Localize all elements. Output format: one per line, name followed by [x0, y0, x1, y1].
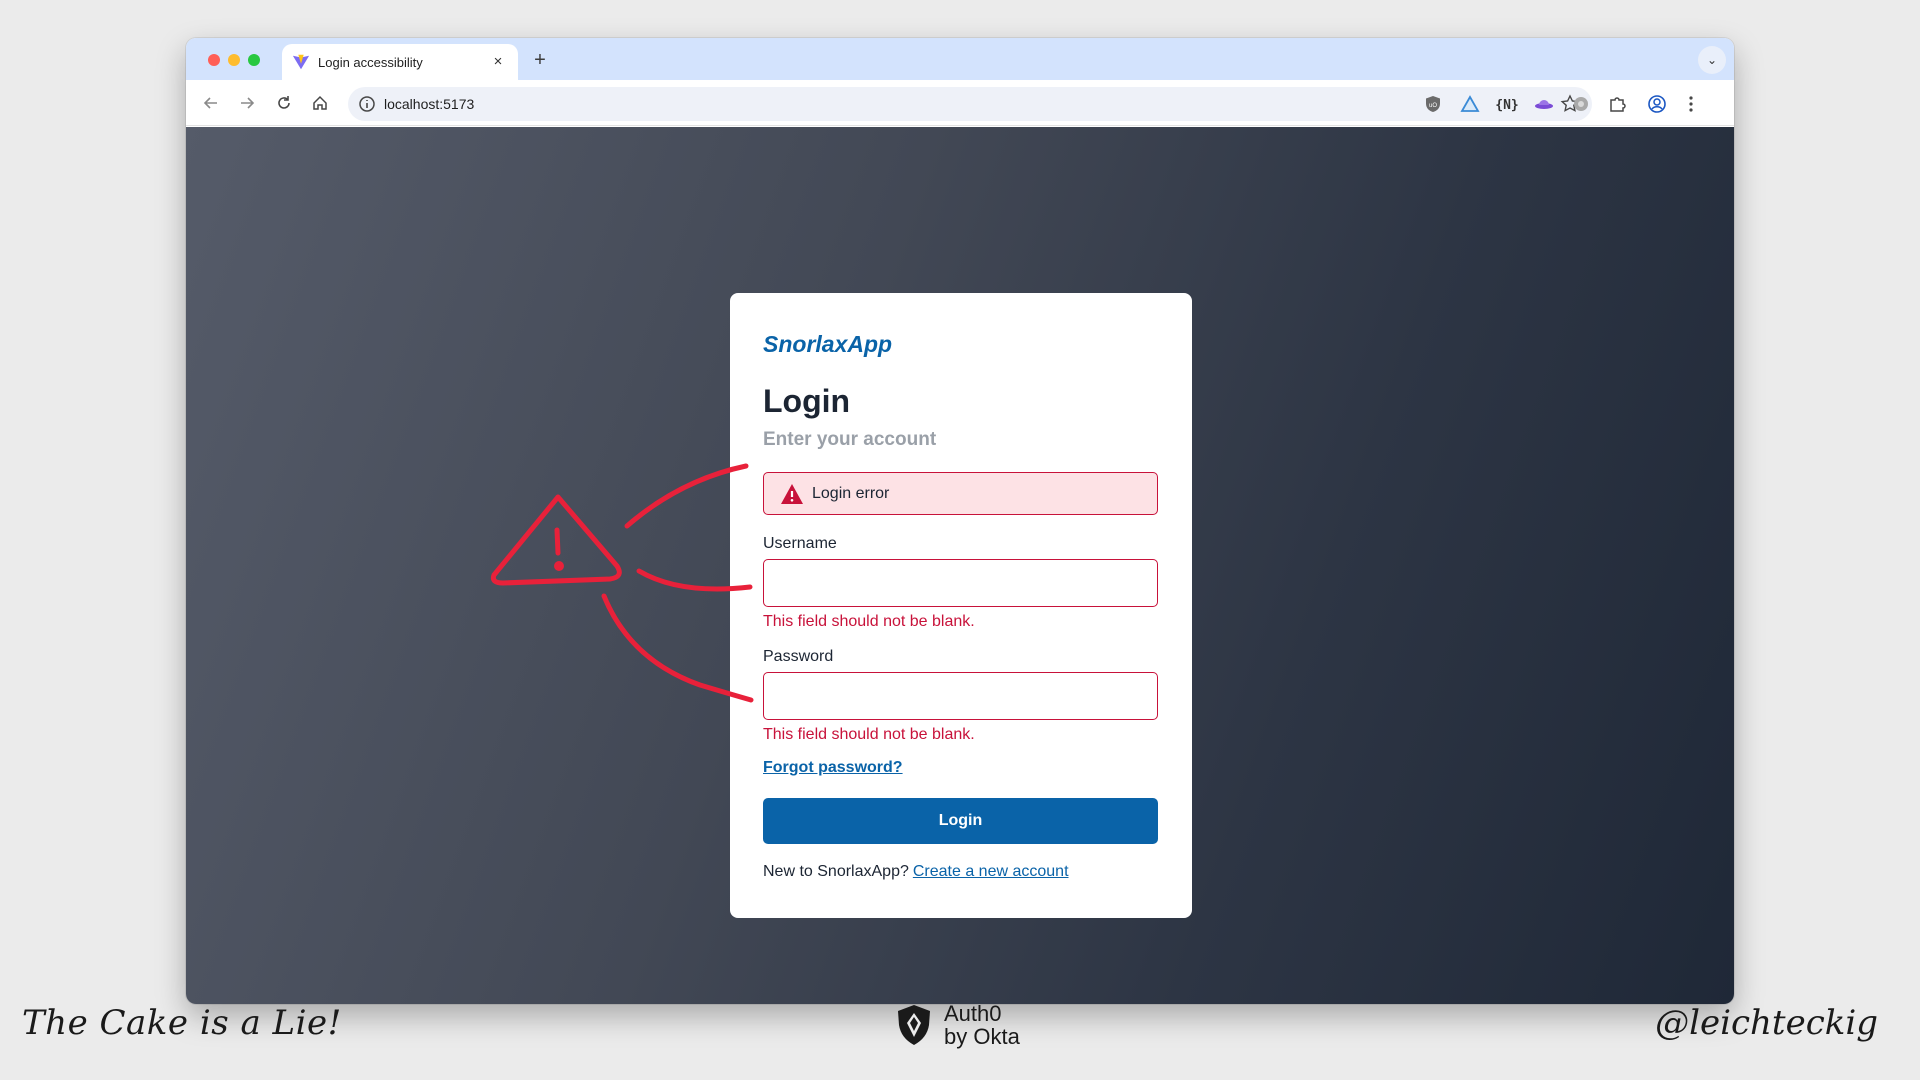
forgot-password-link[interactable]: Forgot password?	[763, 759, 903, 777]
home-icon[interactable]	[307, 90, 333, 116]
json-extension-icon[interactable]: {N}	[1496, 93, 1518, 115]
back-icon[interactable]	[198, 90, 224, 116]
username-input[interactable]	[763, 559, 1158, 607]
password-error: This field should not be blank.	[763, 726, 975, 743]
username-label: Username	[763, 535, 837, 552]
svg-text:{N}: {N}	[1496, 98, 1518, 113]
signup-row: New to SnorlaxApp? Create a new account	[763, 863, 1069, 881]
logo-line-2: by Okta	[944, 1024, 1020, 1049]
auth0-wordmark: Auth0 by Okta	[944, 1002, 1020, 1048]
alert-message: Login error	[812, 485, 890, 502]
ublock-shield-icon[interactable]: uO	[1422, 93, 1444, 115]
browser-menu-icon[interactable]	[1680, 93, 1702, 115]
slide-footer-title: The Cake is a Lie!	[22, 1003, 342, 1043]
brand-logo: SnorlaxApp	[763, 331, 893, 357]
grey-extension-icon[interactable]	[1570, 93, 1592, 115]
password-label: Password	[763, 648, 834, 665]
extensions-puzzle-icon[interactable]	[1607, 93, 1629, 115]
close-window-button[interactable]	[208, 54, 220, 66]
site-info-icon[interactable]	[358, 95, 376, 113]
maximize-window-button[interactable]	[248, 54, 260, 66]
browser-tab[interactable]: Login accessibility ×	[282, 44, 518, 80]
tab-title: Login accessibility	[318, 55, 423, 70]
auth0-shield-icon	[898, 1005, 930, 1045]
signup-prompt: New to SnorlaxApp?	[763, 863, 909, 880]
slide-footer-handle: @leichteckig	[1655, 1003, 1878, 1043]
logo-line-1: Auth0	[944, 1001, 1002, 1026]
new-tab-button[interactable]: +	[528, 48, 552, 72]
username-error: This field should not be blank.	[763, 613, 975, 630]
address-bar[interactable]: localhost:5173	[348, 87, 1592, 121]
minimize-window-button[interactable]	[228, 54, 240, 66]
svg-text:uO: uO	[1429, 103, 1437, 109]
browser-toolbar: localhost:5173 uO {N}	[186, 80, 1734, 126]
page-viewport: SnorlaxApp Login Enter your account Logi…	[186, 127, 1734, 1004]
login-error-alert: Login error	[763, 472, 1158, 515]
profile-avatar-icon[interactable]	[1646, 93, 1668, 115]
create-account-link[interactable]: Create a new account	[913, 863, 1069, 880]
vite-favicon-icon	[292, 54, 310, 70]
login-card: SnorlaxApp Login Enter your account Logi…	[730, 293, 1192, 918]
ufo-extension-icon[interactable]	[1533, 93, 1555, 115]
page-title: Login	[763, 383, 851, 419]
tab-close-icon[interactable]: ×	[488, 52, 508, 72]
url-text: localhost:5173	[384, 96, 475, 112]
page-subtitle: Enter your account	[763, 429, 937, 450]
tab-bar: Login accessibility × + ⌄	[186, 38, 1734, 80]
login-button[interactable]: Login	[763, 798, 1158, 844]
tab-search-button[interactable]: ⌄	[1698, 46, 1726, 74]
reload-icon[interactable]	[271, 90, 297, 116]
browser-window: Login accessibility × + ⌄ localhost:5173	[186, 38, 1734, 1004]
forward-icon[interactable]	[234, 90, 260, 116]
warning-icon	[781, 484, 803, 504]
triangle-extension-icon[interactable]	[1459, 93, 1481, 115]
password-input[interactable]	[763, 672, 1158, 720]
